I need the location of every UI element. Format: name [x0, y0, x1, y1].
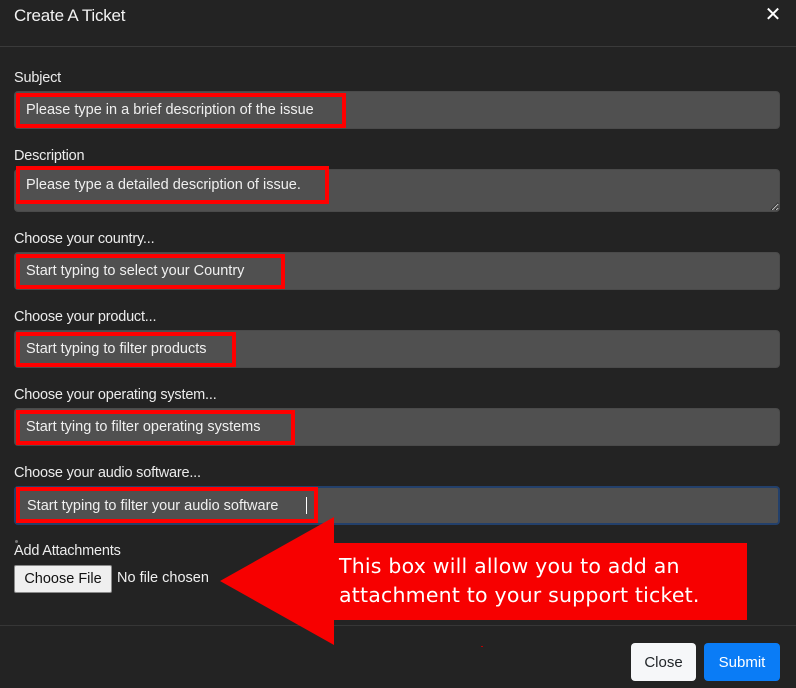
callout-line-1: This box will allow you to add an	[339, 554, 680, 578]
submit-button[interactable]: Submit	[704, 643, 780, 681]
text-caret	[306, 497, 307, 514]
subject-input[interactable]	[14, 91, 780, 129]
close-button[interactable]: Close	[631, 643, 696, 681]
close-x-icon[interactable]: ✕	[762, 4, 784, 26]
product-input[interactable]	[14, 330, 780, 368]
callout-text: This box will allow you to add an attach…	[339, 552, 739, 610]
callout-line-2: attachment to your support ticket.	[339, 583, 700, 607]
country-label: Choose your country...	[14, 231, 155, 247]
os-label: Choose your operating system...	[14, 387, 217, 403]
choose-file-button[interactable]: Choose File	[14, 565, 112, 593]
attachments-label: Add Attachments	[14, 543, 121, 559]
artifact-speck	[481, 646, 483, 647]
os-input[interactable]	[14, 408, 780, 446]
subject-label: Subject	[14, 70, 61, 86]
audio-software-label: Choose your audio software...	[14, 465, 201, 481]
create-ticket-dialog: Create A Ticket ✕ Subject Description Ch…	[0, 0, 796, 688]
dialog-title: Create A Ticket	[14, 6, 126, 25]
footer-divider	[0, 625, 796, 626]
country-input[interactable]	[14, 252, 780, 290]
file-status: No file chosen	[117, 570, 209, 586]
audio-software-input[interactable]	[14, 486, 780, 525]
description-textarea[interactable]	[14, 169, 780, 212]
product-label: Choose your product...	[14, 309, 157, 325]
description-label: Description	[14, 148, 85, 164]
dialog-header: Create A Ticket ✕	[0, 0, 796, 47]
